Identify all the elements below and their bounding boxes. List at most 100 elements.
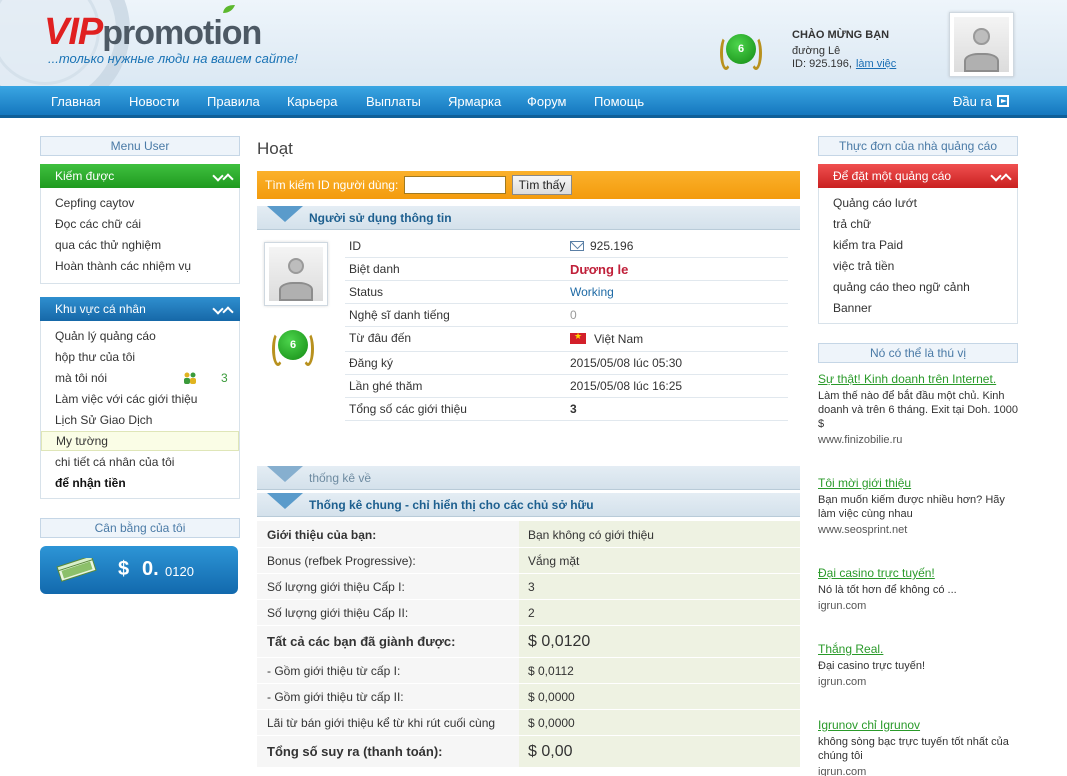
collapse-arrow-icon: [267, 493, 303, 509]
nav-item-payouts[interactable]: Выплаты: [366, 94, 421, 109]
money-icon: [56, 558, 97, 582]
vietnam-flag-icon: [570, 331, 586, 344]
menu-user-title: Menu User: [40, 136, 240, 156]
leaf-icon: [223, 5, 235, 13]
nav-item-help[interactable]: Помощь: [594, 94, 644, 109]
site-header: VIPpromotion ...только нужные люди на ва…: [0, 0, 1067, 86]
collapse-arrow-icon: [267, 206, 303, 222]
collapse-icon[interactable]: [214, 303, 234, 315]
mail-icon[interactable]: [570, 241, 584, 251]
nav-item-career[interactable]: Карьера: [287, 94, 338, 109]
collapse-arrow-icon: [267, 466, 303, 482]
personal-item-details[interactable]: chi tiết cá nhân của tôi: [55, 455, 174, 469]
personal-item-ads[interactable]: Quản lý quảng cáo: [55, 329, 156, 343]
users-icon: [184, 372, 196, 384]
promo-item: Đại casino trực tuyến! Nó là tốt hơn để …: [818, 566, 1018, 612]
stats-row: Giới thiệu của bạn: Bạn không có giới thi…: [257, 521, 800, 548]
stats-row-total-earned: Tất cả các bạn đã giành được: $ 0,0120: [257, 626, 800, 658]
info-row-nickname: Biệt danh Dương le: [345, 258, 788, 281]
stats-row-total-paid: Tổng số suy ra (thanh toán): $ 0,00: [257, 736, 800, 768]
promo-item: Tôi mời giới thiệu Bạn muốn kiếm được nh…: [818, 476, 1018, 536]
balance-value: 0.: [142, 558, 159, 580]
earn-item-tasks[interactable]: Hoàn thành các nhiệm vụ: [55, 259, 191, 273]
nav-item-forum[interactable]: Форум: [527, 94, 567, 109]
profile-level-badge: 6: [270, 326, 316, 370]
promo-link[interactable]: Tôi mời giới thiệu: [818, 476, 1018, 490]
search-label: Tìm kiếm ID người dùng:: [265, 178, 399, 192]
promo-item: Igrunov chỉ Igrunov không sòng bạc trực …: [818, 718, 1018, 776]
earn-panel-header[interactable]: Kiếm được: [40, 164, 240, 188]
search-button[interactable]: Tìm thấy: [512, 175, 572, 195]
info-row-registered: Đăng ký 2015/05/08 lúc 05:30: [345, 352, 788, 375]
personal-panel-header[interactable]: Khu vực cá nhân: [40, 297, 240, 321]
promo-item: Sự thật! Kinh doanh trên Internet. Làm t…: [818, 372, 1018, 446]
personal-panel: Quản lý quảng cáo hộp thư của tôi mà tôi…: [40, 321, 240, 499]
nav-item-news[interactable]: Новости: [129, 94, 179, 109]
personal-item-messages[interactable]: mà tôi nói: [55, 371, 107, 385]
ad-item-tasks[interactable]: việc trả tiền: [833, 259, 894, 273]
place-ad-header[interactable]: Để đặt một quảng cáo: [818, 164, 1018, 188]
ad-item-context[interactable]: quảng cáo theo ngữ cảnh: [833, 280, 970, 294]
balance-decimals: 0120: [165, 564, 194, 579]
profile-avatar: [264, 242, 328, 306]
earn-panel: Cepfing caytov Đọc các chữ cái qua các t…: [40, 188, 240, 284]
ad-item-tests[interactable]: kiểm tra Paid: [833, 238, 903, 252]
status-link[interactable]: làm việc: [856, 58, 896, 70]
messages-count: 3: [221, 371, 228, 385]
personal-item-withdraw[interactable]: để nhận tiền: [55, 476, 126, 490]
username: đường Lê: [792, 45, 841, 57]
site-logo[interactable]: VIPpromotion: [44, 12, 262, 53]
personal-item-wall[interactable]: My tường: [41, 431, 239, 451]
search-input[interactable]: [404, 176, 506, 194]
ad-menu-panel: Quảng cáo lướt trả chữ kiểm tra Paid việ…: [818, 188, 1018, 324]
balance-currency: $: [118, 558, 130, 580]
info-row-last-visit: Lần ghé thăm 2015/05/08 lúc 16:25: [345, 375, 788, 398]
ad-item-surfing[interactable]: Quảng cáo lướt: [833, 196, 917, 210]
general-stats-header[interactable]: Thống kê chung - chỉ hiển thị cho các ch…: [257, 493, 800, 517]
stats-row: - Gồm giới thiệu từ cấp I: $ 0,0112: [257, 658, 800, 684]
stats-row: Bonus (refbek Progressive): Vắng mặt: [257, 548, 800, 574]
nav-item-market[interactable]: Ярмарка: [448, 94, 501, 109]
personal-item-referrals[interactable]: Làm việc với các giới thiệu: [55, 392, 197, 406]
info-row-reputation: Nghệ sĩ danh tiếng 0: [345, 304, 788, 327]
greeting: CHÀO MỪNG BẠN: [792, 29, 890, 41]
info-row-status: Status Working: [345, 281, 788, 304]
level-badge: 6: [718, 30, 764, 74]
promo-link[interactable]: Sự thật! Kinh doanh trên Internet.: [818, 372, 1018, 386]
ad-item-banner[interactable]: Banner: [833, 301, 872, 315]
balance-title: Cân bằng của tôi: [40, 518, 240, 538]
stats-row: - Gồm giới thiệu từ cấp II: $ 0,0000: [257, 684, 800, 710]
info-row-id: ID 925.196: [345, 235, 788, 258]
ad-item-letters[interactable]: trả chữ: [833, 217, 871, 231]
stats-row: Số lượng giới thiệu Cấp II: 2: [257, 600, 800, 626]
ad-menu-title: Thực đơn của nhà quảng cáo: [818, 136, 1018, 156]
promo-link[interactable]: Đại casino trực tuyến!: [818, 566, 1018, 580]
personal-item-mailbox[interactable]: hộp thư của tôi: [55, 350, 135, 364]
promo-link[interactable]: Igrunov chỉ Igrunov: [818, 718, 1018, 732]
logout-link[interactable]: Đầu ra: [953, 94, 1010, 109]
earn-item-surfing[interactable]: Cepfing caytov: [55, 196, 134, 210]
collapse-icon[interactable]: [992, 170, 1012, 182]
personal-item-history[interactable]: Lịch Sử Giao Dịch: [55, 413, 152, 427]
stats-header[interactable]: thống kê về: [257, 466, 800, 490]
page-title: Hoạt: [257, 139, 293, 158]
info-row-referrals: Tổng số các giới thiệu 3: [345, 398, 788, 421]
nav-item-home[interactable]: Главная: [51, 94, 100, 109]
promo-item: Thắng Real. Đại casino trực tuyến! igrun…: [818, 642, 1018, 688]
balance-box: $ 0. 0120: [40, 546, 238, 594]
exit-icon: [997, 95, 1010, 107]
interesting-title: Nó có thể là thú vị: [818, 343, 1018, 363]
earn-item-tests[interactable]: qua các thử nghiệm: [55, 238, 161, 252]
collapse-icon[interactable]: [214, 170, 234, 182]
site-slogan: ...только нужные люди на вашем сайте!: [48, 51, 298, 66]
user-id: ID: 925.196, làm việc: [792, 58, 897, 70]
stats-row: Số lượng giới thiệu Cấp I: 3: [257, 574, 800, 600]
info-row-country: Từ đâu đến Việt Nam: [345, 327, 788, 352]
promo-link[interactable]: Thắng Real.: [818, 642, 1018, 656]
main-nav: Главная Новости Правила Карьера Выплаты …: [0, 86, 1067, 118]
user-info-header[interactable]: Người sử dụng thông tin: [257, 206, 800, 230]
earn-item-letters[interactable]: Đọc các chữ cái: [55, 217, 141, 231]
nav-item-rules[interactable]: Правила: [207, 94, 260, 109]
user-search-bar: Tìm kiếm ID người dùng: Tìm thấy: [257, 171, 800, 199]
avatar[interactable]: [949, 12, 1014, 77]
